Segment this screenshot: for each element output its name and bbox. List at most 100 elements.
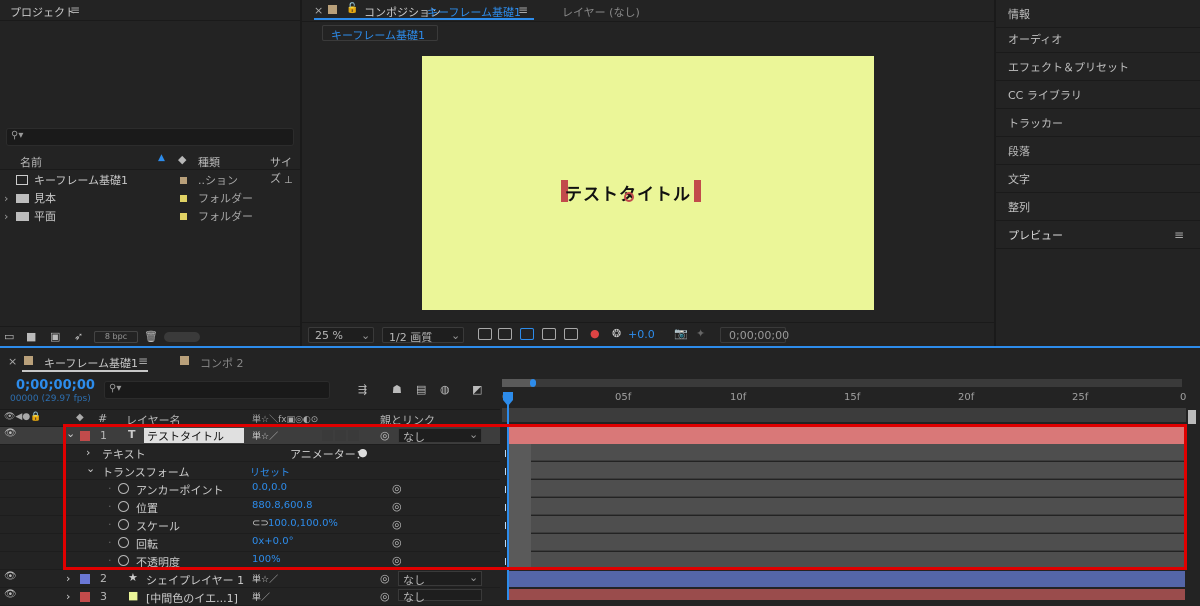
region-of-interest-icon[interactable] (542, 328, 564, 343)
eye-icon[interactable]: 👁 (4, 589, 17, 600)
graph-editor-icon[interactable]: ◩ (472, 383, 482, 396)
timeline-search-input[interactable]: ⚲▾ (104, 381, 330, 399)
label-swatch[interactable] (180, 212, 187, 220)
mask-visibility-icon[interactable] (520, 328, 542, 343)
project-panel: プロジェクト ≡ ⚲▾ 名前 ▲ ◆ 種類 サイズ キーフレーム基礎1 ..ショ… (0, 0, 300, 346)
layer-bar-2[interactable] (508, 571, 1185, 587)
layer-name[interactable]: [中間色のイエ...1] (146, 590, 238, 606)
tab-layer[interactable]: レイヤー (なし) (562, 4, 640, 20)
label-swatch[interactable] (180, 194, 187, 202)
list-item[interactable]: › 平面 フォルダー (0, 207, 300, 225)
close-icon[interactable]: × (314, 4, 323, 17)
parent-select[interactable]: なし ⌄ (398, 571, 482, 587)
anchor-point-icon[interactable] (624, 192, 634, 202)
label-swatch[interactable] (80, 574, 90, 584)
ruler-label: 20f (958, 392, 975, 403)
list-item[interactable]: キーフレーム基礎1 ..ション ⊥ (0, 171, 300, 189)
chevron-right-icon[interactable]: › (4, 210, 8, 223)
reset-exposure-icon[interactable]: ❂ (612, 327, 621, 340)
search-input[interactable]: ⚲▾ (6, 128, 294, 146)
bpc-button[interactable]: 8 bpc (94, 331, 138, 343)
snapshot-icon[interactable]: 📷 (674, 327, 688, 340)
chevron-right-icon[interactable]: › (66, 590, 70, 603)
layer-bar-3[interactable] (508, 589, 1185, 600)
hamburger-icon[interactable]: ≡ (1174, 228, 1184, 242)
layer-number: 3 (100, 590, 107, 603)
hamburger-icon[interactable]: ≡ (70, 3, 80, 17)
sort-asc-icon[interactable]: ▲ (158, 153, 165, 163)
pickwhip-icon[interactable]: ◎ (380, 590, 390, 603)
flow-icon[interactable]: ➶ (74, 330, 83, 343)
list-item[interactable]: › 見本 フォルダー (0, 189, 300, 207)
layer-name[interactable]: シェイプレイヤー 1 (146, 572, 244, 588)
color-channel-icon[interactable]: ● (590, 327, 600, 340)
grid-guides-icon[interactable] (564, 328, 586, 343)
composition-flowchart-icon[interactable]: ⇶ (358, 383, 367, 396)
close-icon[interactable]: × (8, 355, 17, 368)
frame-blending-icon[interactable]: ▤ (416, 383, 426, 396)
label-tag-icon[interactable]: ◆ (76, 412, 84, 423)
interpret-footage-icon[interactable]: ▭ (4, 330, 14, 343)
layer-row-2[interactable]: 👁 › 2 ★ シェイプレイヤー 1 単☆／ ◎ なし ⌄ (0, 570, 500, 588)
col-type[interactable]: 種類 (198, 154, 220, 170)
panel-audio[interactable]: オーディオ (996, 25, 1200, 53)
av-switches-icon[interactable]: 👁◀●🔒 (4, 412, 41, 422)
eye-icon[interactable]: 👁 (4, 571, 17, 582)
panel-preview[interactable]: プレビュー ≡ (996, 221, 1200, 249)
layer-switches[interactable]: 単☆／ (252, 572, 278, 585)
chevron-down-icon: ⌄ (361, 329, 371, 342)
zoom-select[interactable]: 25 % ⌄ (308, 327, 374, 343)
panel-align[interactable]: 整列 (996, 193, 1200, 221)
col-name[interactable]: 名前 (20, 154, 42, 170)
shy-layers-icon[interactable]: ☗ (392, 383, 402, 396)
exposure-value[interactable]: +0.0 (628, 328, 655, 341)
tab-timeline-1[interactable]: キーフレーム基礎1 (44, 355, 138, 371)
chevron-right-icon[interactable]: › (4, 192, 8, 205)
label-swatch[interactable] (180, 176, 187, 184)
work-area-handle[interactable] (530, 379, 536, 387)
label-swatch[interactable] (80, 592, 90, 602)
panel-cc-libraries[interactable]: CC ライブラリ (996, 81, 1200, 109)
panel-info[interactable]: 情報 (996, 0, 1200, 28)
hamburger-icon[interactable]: ≡ (138, 354, 148, 368)
time-ruler[interactable] (502, 408, 1186, 422)
composition-canvas[interactable]: テストタイトル (422, 56, 874, 310)
new-composition-icon[interactable]: ▣ (50, 330, 60, 343)
parent-select[interactable]: なし (398, 589, 482, 604)
panel-character[interactable]: 文字 (996, 165, 1200, 193)
eye-icon[interactable]: 👁 (4, 428, 17, 439)
lock-icon[interactable]: 🔓 (346, 3, 358, 14)
breadcrumb[interactable]: キーフレーム基礎1 (322, 25, 438, 43)
work-area-bar[interactable] (502, 379, 1182, 387)
trash-icon[interactable]: 🗑 (144, 330, 158, 343)
new-folder-icon[interactable]: ■ (26, 330, 36, 343)
breadcrumb-item[interactable]: キーフレーム基礎1 (331, 27, 425, 43)
timeline-timecode[interactable]: 0;00;00;00 (16, 378, 95, 393)
fast-preview-icon[interactable] (478, 328, 500, 343)
playhead-head[interactable] (503, 392, 513, 406)
panel-effects-presets[interactable]: エフェクト＆プリセット (996, 53, 1200, 81)
hamburger-icon[interactable]: ≡ (518, 3, 528, 17)
panel-paragraph[interactable]: 段落 (996, 137, 1200, 165)
project-title[interactable]: プロジェクト (10, 4, 76, 20)
resolution-value: 1/2 画質 (389, 331, 433, 344)
show-snapshot-icon[interactable]: ✦ (696, 327, 705, 340)
pickwhip-icon[interactable]: ◎ (380, 572, 390, 585)
thumbnail-slider[interactable] (164, 332, 200, 342)
comp-end-marker[interactable] (1188, 410, 1196, 424)
timecode-field[interactable]: 0;00;00;00 (720, 327, 789, 343)
layer-switches[interactable]: 単／ (252, 590, 270, 603)
flowchart-icon[interactable]: ⊥ (284, 175, 293, 186)
label-tag-icon[interactable]: ◆ (178, 153, 186, 166)
motion-blur-icon[interactable]: ◍ (440, 383, 450, 396)
chevron-right-icon[interactable]: › (66, 572, 70, 585)
folder-icon (16, 193, 29, 203)
work-area-range[interactable] (502, 379, 532, 387)
right-panel-stack: 情報 オーディオ エフェクト＆プリセット CC ライブラリ トラッカー 段落 文… (996, 0, 1200, 346)
layer-row-3[interactable]: 👁 › 3 ■ [中間色のイエ...1] 単／ ◎ なし (0, 588, 500, 606)
item-name: 平面 (34, 210, 56, 223)
resolution-select[interactable]: 1/2 画質 ⌄ (382, 327, 464, 344)
panel-tracker[interactable]: トラッカー (996, 109, 1200, 137)
transparency-grid-icon[interactable] (498, 328, 520, 343)
tab-timeline-2[interactable]: コンポ 2 (200, 355, 244, 371)
